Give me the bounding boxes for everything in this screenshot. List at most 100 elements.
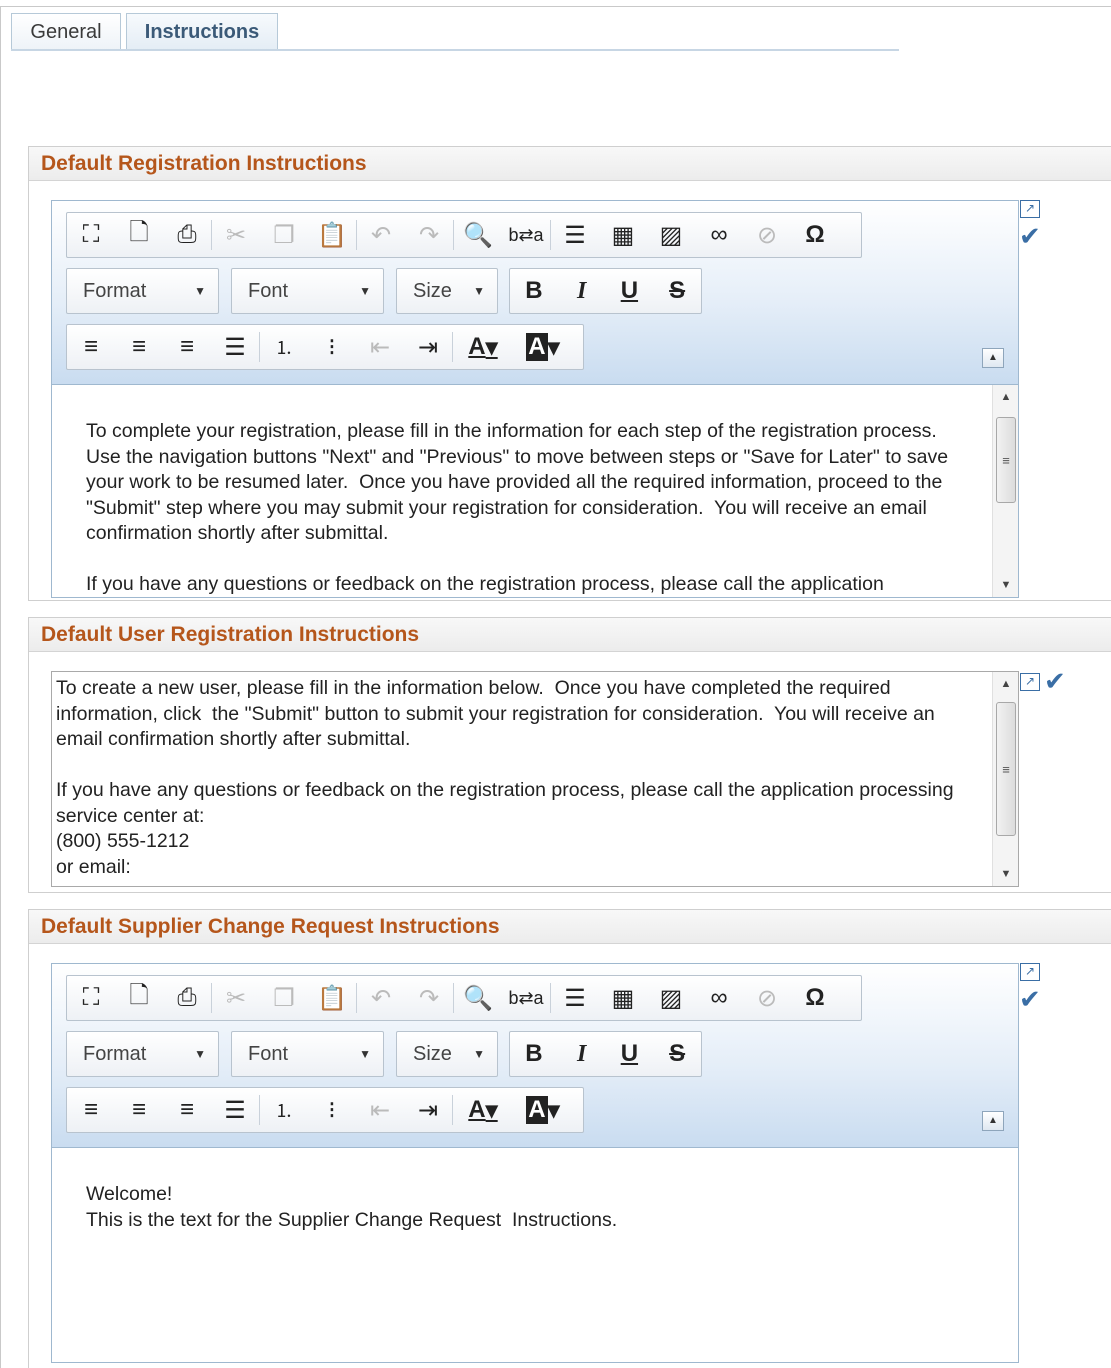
text-color-button[interactable]: A ▾ <box>453 324 513 370</box>
tab-underline <box>11 49 899 51</box>
rich-text-editor: ⛶ 🗋 ⎙ ✂ ❐ 📋 ↶ ↷ 🔍 b⇄a ☰ ▦ ▨ ∞ ⊘ Ω Format… <box>51 963 1019 1363</box>
copy-icon[interactable]: ❐ <box>260 212 308 258</box>
align-justify-icon[interactable]: ☰ <box>211 1087 259 1133</box>
special-char-icon[interactable]: Ω <box>791 975 839 1021</box>
align-justify-icon[interactable]: ☰ <box>211 324 259 370</box>
collapse-toolbar-button[interactable]: ▲ <box>982 1111 1004 1131</box>
bold-button[interactable]: B <box>510 268 558 314</box>
unlink-icon[interactable]: ⊘ <box>743 975 791 1021</box>
undo-icon[interactable]: ↶ <box>357 975 405 1021</box>
format-dropdown[interactable]: Format ▼ <box>66 268 219 314</box>
expand-icon[interactable]: ↗ <box>1020 963 1040 981</box>
chevron-down-icon: ▼ <box>473 1047 485 1061</box>
scroll-up-icon[interactable]: ▲ <box>993 672 1018 696</box>
format-dropdown[interactable]: Format ▼ <box>66 1031 219 1077</box>
image-icon[interactable]: ▨ <box>647 975 695 1021</box>
chevron-down-icon: ▼ <box>194 284 206 298</box>
cut-icon[interactable]: ✂ <box>212 975 260 1021</box>
underline-button[interactable]: U <box>606 1031 654 1077</box>
numbered-list-icon[interactable]: ⒈ <box>260 324 308 370</box>
section-registration-instructions: Default Registration Instructions ⛶ 🗋 ⎙ … <box>28 146 1111 601</box>
redo-icon[interactable]: ↷ <box>405 212 453 258</box>
italic-button[interactable]: I <box>558 1031 606 1077</box>
maximize-icon[interactable]: ⛶ <box>67 975 115 1021</box>
align-right-icon[interactable]: ≡ <box>163 1087 211 1133</box>
size-dropdown[interactable]: Size ▼ <box>396 268 498 314</box>
redo-icon[interactable]: ↷ <box>405 975 453 1021</box>
special-char-icon[interactable]: Ω <box>791 212 839 258</box>
scroll-down-icon[interactable]: ▼ <box>993 862 1018 886</box>
preview-icon[interactable]: 🗋 <box>115 975 163 1021</box>
rich-text-editor: ⛶ 🗋 ⎙ ✂ ❐ 📋 ↶ ↷ 🔍 b⇄a ☰ ▦ ▨ ∞ ⊘ Ω Format… <box>51 200 1019 598</box>
strikethrough-button[interactable]: S <box>653 1031 701 1077</box>
align-left-icon[interactable]: ≡ <box>67 324 115 370</box>
table-icon[interactable]: ▦ <box>599 212 647 258</box>
scrollbar[interactable]: ▲ ≡ ▼ <box>992 672 1018 886</box>
indent-icon[interactable]: ⇥ <box>404 1087 452 1133</box>
font-dropdown[interactable]: Font ▼ <box>231 268 384 314</box>
section-title: Default Registration Instructions <box>29 147 1111 181</box>
size-dropdown[interactable]: Size ▼ <box>396 1031 498 1077</box>
image-icon[interactable]: ▨ <box>647 212 695 258</box>
cut-icon[interactable]: ✂ <box>212 212 260 258</box>
expand-icon[interactable]: ↗ <box>1020 200 1040 218</box>
maximize-icon[interactable]: ⛶ <box>67 212 115 258</box>
tab-instructions[interactable]: Instructions <box>126 13 278 50</box>
underline-button[interactable]: U <box>606 268 654 314</box>
background-color-button[interactable]: A ▾ <box>513 1087 573 1133</box>
spellcheck-icon[interactable]: ✔ <box>1019 986 1041 1012</box>
editor-content-area[interactable]: Welcome! This is the text for the Suppli… <box>52 1148 1018 1362</box>
scrollbar[interactable]: ▲ ≡ ▼ <box>992 385 1018 597</box>
scroll-down-icon[interactable]: ▼ <box>993 573 1018 597</box>
editor-text[interactable]: To complete your registration, please fi… <box>86 419 978 597</box>
table-icon[interactable]: ▦ <box>599 975 647 1021</box>
paste-icon[interactable]: 📋 <box>308 975 356 1021</box>
scroll-up-icon[interactable]: ▲ <box>993 385 1018 409</box>
find-icon[interactable]: 🔍 <box>454 975 502 1021</box>
paste-icon[interactable]: 📋 <box>308 212 356 258</box>
bullet-list-icon[interactable]: ⁝ <box>308 1087 356 1133</box>
text-color-button[interactable]: A ▾ <box>453 1087 513 1133</box>
numbered-list-icon[interactable]: ⒈ <box>260 1087 308 1133</box>
unlink-icon[interactable]: ⊘ <box>743 212 791 258</box>
chevron-down-icon: ▼ <box>473 284 485 298</box>
outdent-icon[interactable]: ⇤ <box>356 1087 404 1133</box>
print-icon[interactable]: ⎙ <box>163 975 211 1021</box>
textarea-text[interactable]: To create a new user, please fill in the… <box>56 676 982 880</box>
link-icon[interactable]: ∞ <box>695 212 743 258</box>
collapse-toolbar-button[interactable]: ▲ <box>982 348 1004 368</box>
replace-icon[interactable]: b⇄a <box>502 975 550 1021</box>
toolbar-row-3: ≡ ≡ ≡ ☰ ⒈ ⁝ ⇤ ⇥ A ▾ A ▾ <box>66 324 584 370</box>
outdent-icon[interactable]: ⇤ <box>356 324 404 370</box>
user-registration-textarea[interactable]: To create a new user, please fill in the… <box>51 671 1019 887</box>
tab-general[interactable]: General <box>11 13 121 50</box>
editor-content-area[interactable]: To complete your registration, please fi… <box>52 385 1018 597</box>
align-center-icon[interactable]: ≡ <box>115 1087 163 1133</box>
align-left-icon[interactable]: ≡ <box>67 1087 115 1133</box>
replace-icon[interactable]: b⇄a <box>502 212 550 258</box>
background-color-button[interactable]: A ▾ <box>513 324 573 370</box>
link-icon[interactable]: ∞ <box>695 975 743 1021</box>
indent-icon[interactable]: ⇥ <box>404 324 452 370</box>
format-label: Format <box>83 1043 147 1065</box>
spellcheck-icon[interactable]: ✔ <box>1044 668 1066 694</box>
italic-button[interactable]: I <box>558 268 606 314</box>
font-dropdown[interactable]: Font ▼ <box>231 1031 384 1077</box>
expand-icon[interactable]: ↗ <box>1020 673 1040 691</box>
print-icon[interactable]: ⎙ <box>163 212 211 258</box>
bold-button[interactable]: B <box>510 1031 558 1077</box>
spellcheck-icon[interactable]: ✔ <box>1019 223 1041 249</box>
scroll-thumb[interactable]: ≡ <box>996 702 1016 836</box>
editor-text[interactable]: Welcome! This is the text for the Suppli… <box>86 1182 978 1233</box>
undo-icon[interactable]: ↶ <box>357 212 405 258</box>
horizontal-line-icon[interactable]: ☰ <box>551 212 599 258</box>
scroll-thumb[interactable]: ≡ <box>996 417 1016 503</box>
horizontal-line-icon[interactable]: ☰ <box>551 975 599 1021</box>
align-center-icon[interactable]: ≡ <box>115 324 163 370</box>
preview-icon[interactable]: 🗋 <box>115 212 163 258</box>
copy-icon[interactable]: ❐ <box>260 975 308 1021</box>
bullet-list-icon[interactable]: ⁝ <box>308 324 356 370</box>
find-icon[interactable]: 🔍 <box>454 212 502 258</box>
strikethrough-button[interactable]: S <box>653 268 701 314</box>
align-right-icon[interactable]: ≡ <box>163 324 211 370</box>
